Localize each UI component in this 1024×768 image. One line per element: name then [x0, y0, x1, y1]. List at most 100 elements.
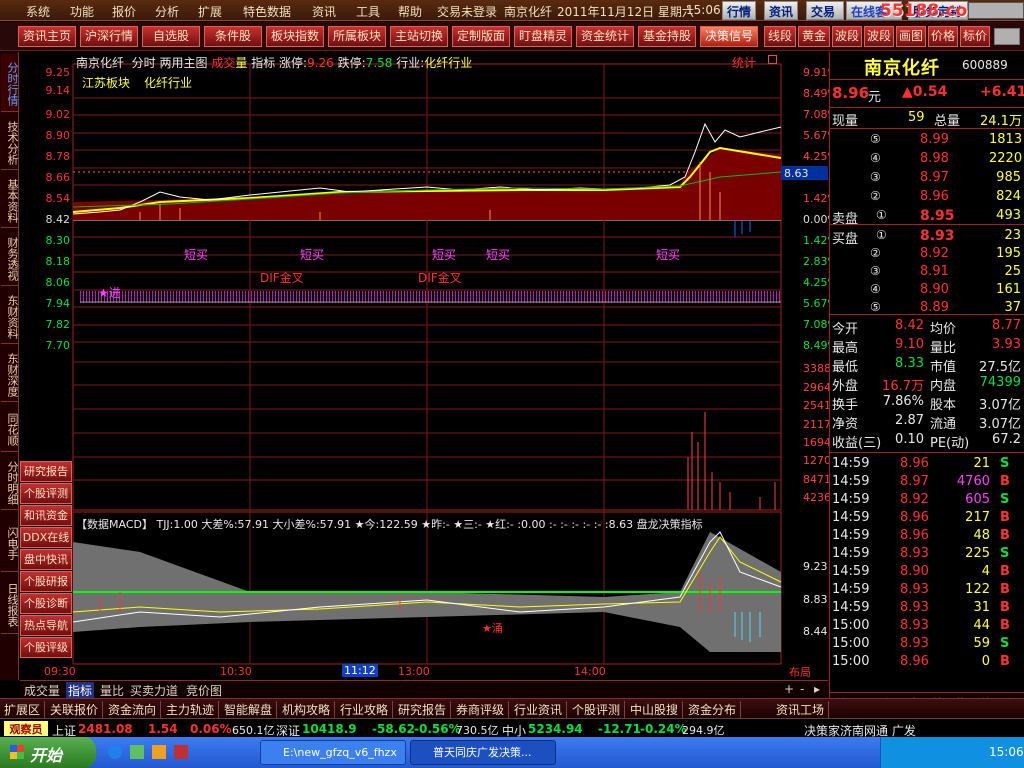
toolbar-button-wave[interactable]: 波段 — [832, 26, 862, 47]
tick-time: 14:59 — [832, 582, 870, 597]
btab-buy-sell-power[interactable]: 买卖力道 — [130, 682, 178, 699]
side-button-rating[interactable]: 个股评级 — [20, 637, 72, 658]
chart-indicator[interactable]: 指标 — [251, 56, 275, 70]
toolbar-button-monitor[interactable]: 盯盘精灵 — [514, 26, 572, 47]
toolbar-button-condition[interactable]: 条件股 — [204, 26, 262, 47]
menu-help[interactable]: 帮助 — [398, 3, 422, 20]
function-bar-item[interactable]: 智能解盘 — [224, 701, 278, 718]
toolbar-scroll-arrows[interactable] — [994, 28, 1020, 45]
stat-button[interactable]: 统计 — [732, 54, 756, 71]
function-bar-item[interactable]: 资金流向 — [108, 701, 162, 718]
function-bar-item[interactable]: 机构攻略 — [282, 701, 336, 718]
vtab-technical[interactable]: 技术分析 — [1, 114, 19, 170]
vtab-basic-info[interactable]: 基本资料 — [1, 172, 19, 228]
toolbar-button-fund-holding[interactable]: 基金持股 — [638, 26, 696, 47]
btab-volume[interactable]: 成交量 — [24, 682, 60, 699]
vtab-detail[interactable]: 分时明细 — [1, 454, 19, 510]
function-bar-item[interactable]: 扩展区 — [4, 701, 46, 718]
window-controls[interactable] — [968, 2, 1024, 19]
crosshair-time: 11:12 — [342, 664, 378, 677]
chart-main[interactable]: 两用主图 — [160, 56, 208, 70]
toolbar-button-custom-layout[interactable]: 定制版面 — [452, 26, 510, 47]
task-explorer[interactable]: E:\new_gfzq_v6_fhzx — [260, 740, 406, 765]
sector-label-2[interactable]: 化纤行业 — [144, 74, 192, 91]
tab-info[interactable]: 资讯 — [764, 1, 799, 20]
menu-tools[interactable]: 工具 — [356, 3, 380, 20]
menu-function[interactable]: 功能 — [70, 3, 94, 20]
function-bar-item[interactable]: 个股评测 — [572, 701, 626, 718]
toolbar-button-sector-index[interactable]: 板块指数 — [266, 26, 324, 47]
observer-label[interactable]: 观察员 — [4, 721, 48, 736]
chart-maximize-icon[interactable] — [768, 55, 777, 64]
desktop-icon[interactable] — [130, 745, 144, 759]
vtab-intraday[interactable]: 分时行情 — [1, 54, 19, 112]
side-button-flash-news[interactable]: 盘中快讯 — [20, 549, 72, 570]
sector-label[interactable]: 江苏板块 — [82, 74, 130, 91]
time-tick: 10:30 — [220, 665, 252, 678]
toolbar-button-market[interactable]: 沪深行情 — [80, 26, 138, 47]
function-bar-item[interactable]: 行业资讯 — [514, 701, 568, 718]
function-bar-item[interactable]: 关联报价 — [50, 701, 104, 718]
side-button-hot-nav[interactable]: 热点导航 — [20, 615, 72, 636]
toolbar-button-wave2[interactable]: 波段 — [864, 26, 894, 47]
buy-volume: 195 — [996, 246, 1021, 261]
task-trading-app[interactable]: 普天同庆广发决策... — [410, 740, 556, 765]
start-button[interactable]: 开始 — [0, 737, 96, 768]
tab-quote[interactable]: 行情 — [722, 1, 757, 20]
function-bar-item[interactable]: 主力轨迹 — [166, 701, 220, 718]
side-button-stock-eval[interactable]: 个股评测 — [20, 483, 72, 504]
app-quick-icon[interactable] — [152, 745, 166, 759]
zoom-plus-icon[interactable]: + — [784, 682, 794, 696]
menu-quote[interactable]: 报价 — [112, 3, 136, 20]
function-bar-item[interactable]: 中山股搜 — [630, 701, 684, 718]
toolbar-button-news-home[interactable]: 资讯主页 — [18, 26, 76, 47]
layout-button[interactable]: 布局 — [789, 664, 811, 680]
toolbar-button-decision-signal[interactable]: 决策信号 — [700, 26, 758, 47]
intraday-chart[interactable]: 南京化纤 分时 两用主图 成交量 指标 涨停:9.26 跌停:7.58 行业:化… — [20, 52, 838, 680]
ticker-index-value: 10418.9 — [302, 722, 357, 736]
vtab-finance[interactable]: 财务透视 — [1, 230, 19, 286]
vtab-east-info[interactable]: 东财资料 — [1, 288, 19, 344]
ticker-index-amount: 650.1亿 — [232, 724, 275, 737]
chart-vol[interactable]: 成交 — [211, 56, 235, 70]
function-bar-item[interactable]: 资金分布 — [688, 701, 742, 718]
side-button-research[interactable]: 研究报告 — [20, 461, 72, 482]
side-button-diagnosis[interactable]: 个股诊断 — [20, 593, 72, 614]
side-button-stock-research[interactable]: 个股研报 — [20, 571, 72, 592]
toolbar-button-watchlist[interactable]: 自选股 — [142, 26, 200, 47]
chart-mode[interactable]: 分时 — [132, 56, 156, 70]
btab-volume-ratio[interactable]: 量比 — [100, 682, 124, 699]
toolbar-button-price[interactable]: 价格 — [928, 26, 958, 47]
sell-level-index: ② — [870, 189, 881, 203]
menu-info[interactable]: 资讯 — [312, 3, 336, 20]
side-button-ddx[interactable]: DDX在线 — [20, 527, 72, 548]
menu-system[interactable]: 系统 — [26, 3, 50, 20]
vtab-east-depth[interactable]: 东财深度 — [1, 346, 19, 402]
btab-auction[interactable]: 竞价图 — [186, 682, 222, 699]
menu-analysis[interactable]: 分析 — [155, 3, 179, 20]
ie-icon[interactable] — [108, 745, 122, 759]
toolbar-button-mark-price[interactable]: 标价 — [960, 26, 990, 47]
toolbar-button-sector[interactable]: 所属板块 — [328, 26, 386, 47]
toolbar-button-gold[interactable]: 黄金 — [798, 26, 830, 47]
menu-special-data[interactable]: 特色数据 — [243, 3, 291, 20]
app-quick-icon-2[interactable] — [174, 745, 188, 759]
zoom-minus-icon[interactable]: - — [800, 682, 804, 696]
function-bar-item[interactable]: 券商评级 — [456, 701, 510, 718]
toolbar-button-draw[interactable]: 画图 — [896, 26, 926, 47]
chart-volc[interactable]: 量 — [235, 56, 247, 70]
toolbar-button-server-switch[interactable]: 主站切换 — [390, 26, 448, 47]
toolbar-button-segment[interactable]: 线段 — [764, 26, 796, 47]
side-button-hexun-fund[interactable]: 和讯资金 — [20, 505, 72, 526]
vtab-ths[interactable]: 同花顺 — [1, 404, 19, 452]
vtab-lightning[interactable]: 闪电手 — [1, 512, 19, 572]
function-bar-item[interactable]: 行业攻略 — [340, 701, 394, 718]
tab-trade[interactable]: 交易 — [806, 1, 844, 20]
btab-indicator[interactable]: 指标 — [66, 682, 95, 699]
menu-extend[interactable]: 扩展 — [198, 3, 222, 20]
function-bar-item[interactable]: 资讯工场 — [776, 701, 830, 718]
function-bar-item[interactable]: 研究报告 — [398, 701, 452, 718]
toolbar-button-fund-stat[interactable]: 资金统计 — [576, 26, 634, 47]
vtab-daily-report[interactable]: 日线报表 — [1, 574, 19, 634]
scroll-right-icon[interactable]: ▸ — [814, 682, 820, 696]
